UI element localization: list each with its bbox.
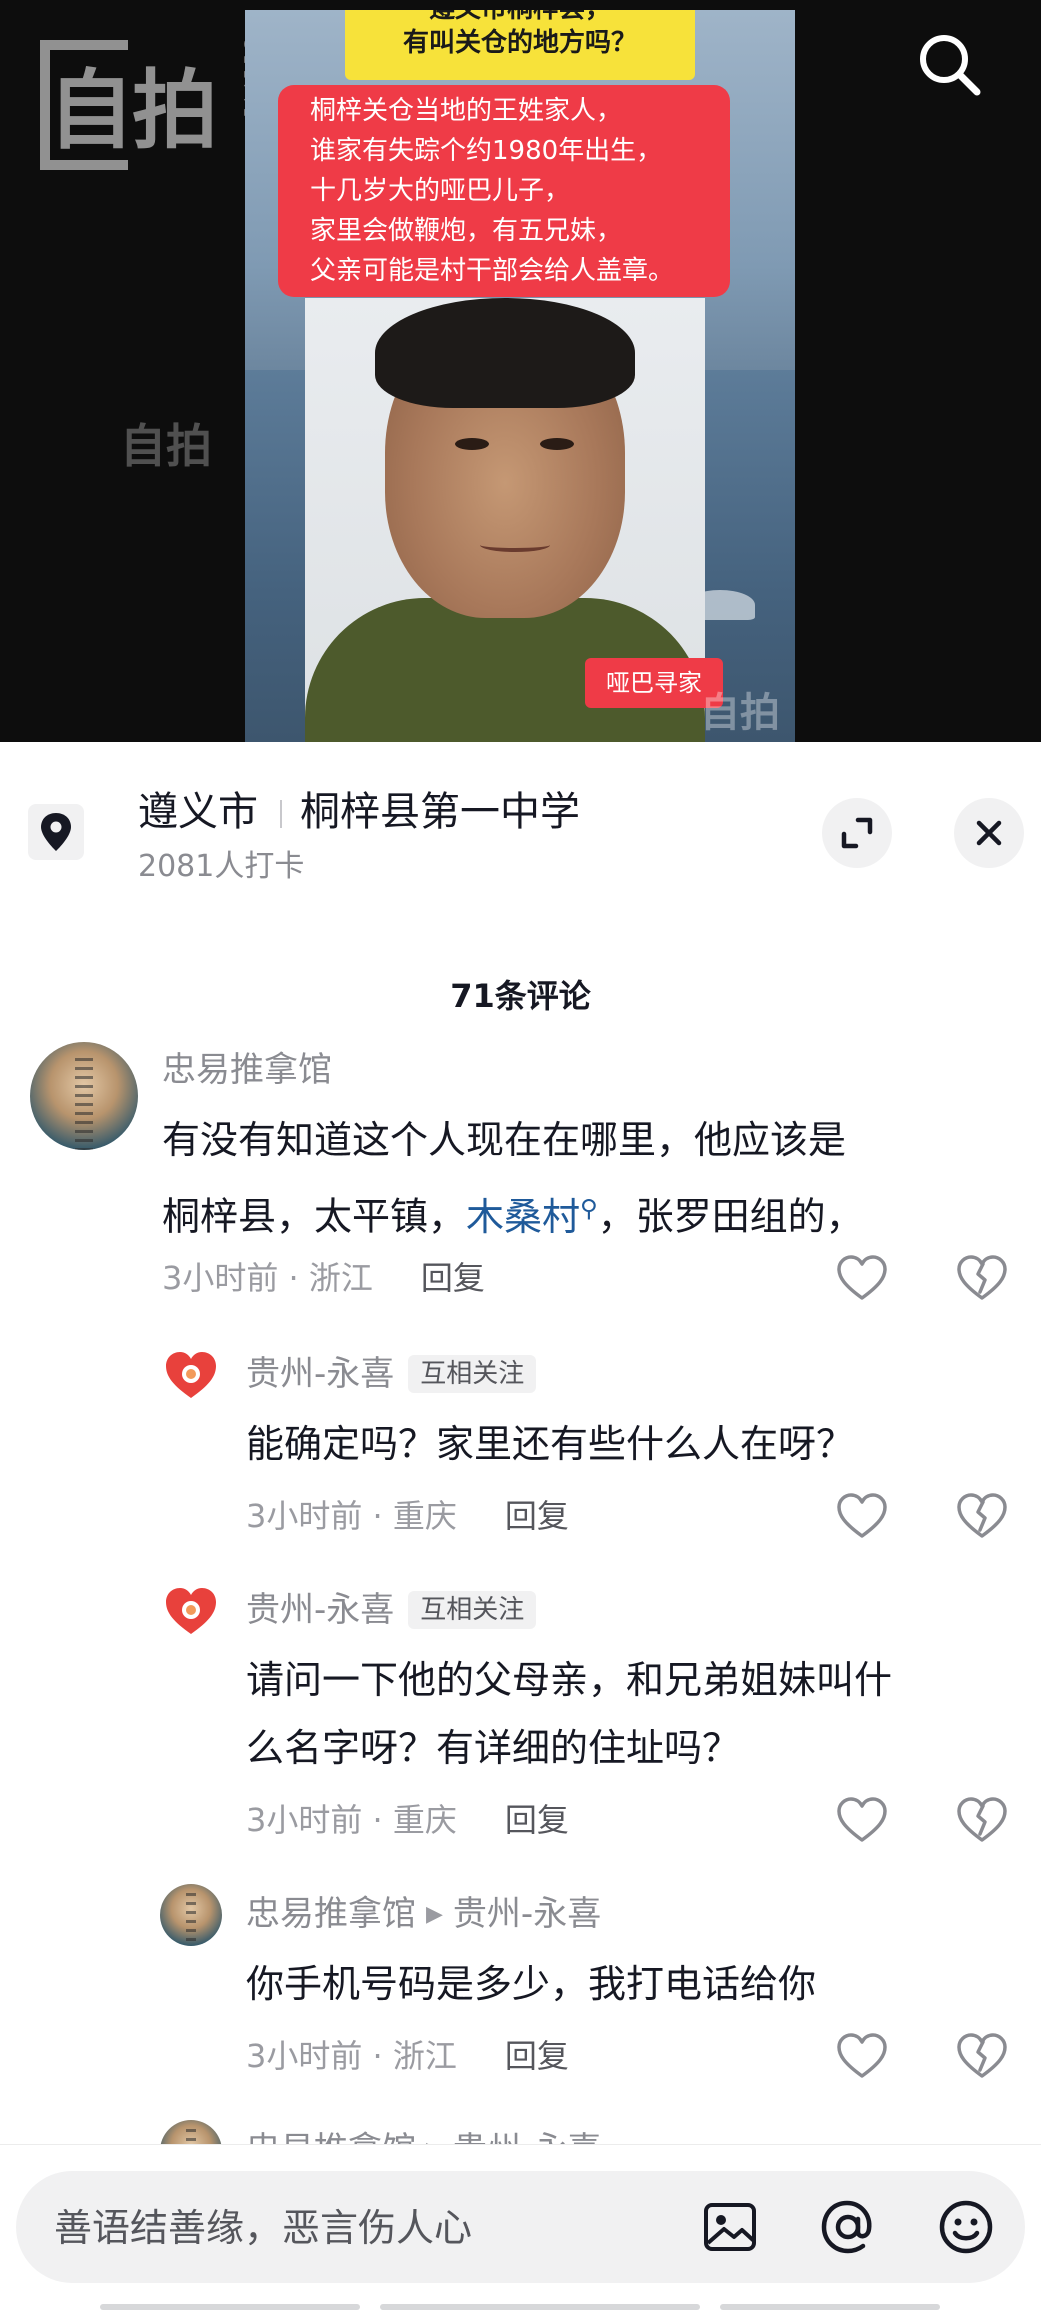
info-line: 父亲可能是村干部会给人盖章。 <box>310 256 675 286</box>
location-checkin-count: 2081人打卡 <box>138 849 305 884</box>
comment-username-label[interactable]: 贵州-永喜 <box>246 1590 394 1630</box>
comment-time: 3小时前 · 重庆 <box>246 1801 457 1839</box>
comment-input-area: 善语结善缘，恶言伤人心 <box>0 2144 1041 2314</box>
comment-text-line: 请问一下他的父母亲，和兄弟姐妹叫什 <box>246 1658 893 1702</box>
heart-icon[interactable] <box>834 1252 890 1304</box>
mutual-follow-badge: 互相关注 <box>408 1355 537 1393</box>
home-indicator <box>100 2304 940 2310</box>
info-line: 谁家有失踪个约1980年出生， <box>310 136 663 166</box>
watermark-logo-corner: 自拍 <box>700 690 780 736</box>
comment-text-line: 你手机号码是多少，我打电话给你 <box>246 1962 817 2006</box>
comment-meta: 3小时前 · 重庆 回复 <box>246 1800 569 1840</box>
expand-icon <box>841 817 873 849</box>
comment-text-line: 桐梓县，太平镇，木桑村⚲，张罗田组的， <box>162 1174 1022 1251</box>
close-button[interactable] <box>954 798 1024 868</box>
watermark-logo-small: 自拍 <box>120 419 212 473</box>
comment-text: 能确定吗？家里还有些什么人在呀？ <box>246 1410 1026 1478</box>
avatar[interactable] <box>160 1344 222 1406</box>
comment-text-segment: ，张罗田组的， <box>597 1194 864 1239</box>
broken-heart-icon[interactable] <box>954 1490 1010 1542</box>
broken-heart-icon[interactable] <box>954 1794 1010 1846</box>
reply-button[interactable]: 回复 <box>505 1497 569 1535</box>
comment-time: 3小时前 · 浙江 <box>246 2037 457 2075</box>
comment-count-header: 71条评论 <box>450 977 591 1015</box>
comment-time: 3小时前 · 重庆 <box>246 1497 457 1535</box>
location-divider <box>280 800 282 828</box>
comment-username[interactable]: 忠易推拿馆 <box>162 1048 332 1092</box>
reply-button[interactable]: 回复 <box>505 1801 569 1839</box>
location-city[interactable]: 遵义市 <box>138 786 258 838</box>
comment-username: 贵州-永喜 互相关注 <box>246 1352 537 1396</box>
video-info-box: 桐梓关仓当地的王姓家人， 谁家有失踪个约1980年出生， 十几岁大的哑巴儿子， … <box>278 85 730 297</box>
close-icon <box>976 820 1002 846</box>
search-icon[interactable] <box>915 30 985 100</box>
comment-meta: 3小时前 · 浙江 回复 <box>246 2036 569 2076</box>
expand-button[interactable] <box>822 798 892 868</box>
portrait-mouth <box>480 538 550 552</box>
comment-text: 请问一下他的父母亲，和兄弟姐妹叫什 么名字呀？有详细的住址吗？ <box>246 1646 1026 1782</box>
reply-arrow-icon: ▶ <box>426 1902 443 1927</box>
comment-username-label[interactable]: 贵州-永喜 <box>246 1354 394 1394</box>
heart-icon[interactable] <box>834 1794 890 1846</box>
heart-icon[interactable] <box>834 1490 890 1542</box>
comment-text-segment: 桐梓县，太平镇， <box>162 1194 467 1239</box>
portrait-eye <box>540 438 574 450</box>
comment-text-line: 么名字呀？有详细的住址吗？ <box>246 1726 741 1770</box>
banner-line-2: 有叫关仓的地方吗？ <box>402 28 637 58</box>
place-link[interactable]: 木桑村⚲ <box>466 1194 598 1239</box>
comment-username: 忠易推拿馆 ▶ 贵州-永喜 <box>246 1892 601 1937</box>
info-line: 十几岁大的哑巴儿子， <box>310 176 571 206</box>
video-frame: 遵义市桐梓县， 有叫关仓的地方吗？ 桐梓关仓当地的王姓家人， 谁家有失踪个约19… <box>245 10 795 742</box>
comment-text: 你手机号码是多少，我打电话给你 <box>246 1950 1026 2018</box>
video-top-banner: 遵义市桐梓县， 有叫关仓的地方吗？ <box>345 10 695 80</box>
search-icon: ⚲ <box>580 1194 598 1222</box>
info-line: 桐梓关仓当地的王姓家人， <box>310 96 623 126</box>
location-place[interactable]: 桐梓县第一中学 <box>300 786 580 838</box>
comment-meta: 3小时前 · 重庆 回复 <box>246 1496 569 1536</box>
avatar[interactable] <box>160 1580 222 1642</box>
watermark-logo: 自拍 <box>48 61 218 161</box>
comment-input[interactable]: 善语结善缘，恶言伤人心 <box>16 2171 1025 2283</box>
reply-button[interactable]: 回复 <box>421 1259 485 1297</box>
heart-icon[interactable] <box>834 2030 890 2082</box>
comment-text-line: 有没有知道这个人现在在哪里，他应该是 <box>162 1118 847 1162</box>
place-link-label: 木桑村 <box>466 1194 581 1239</box>
reply-to-username[interactable]: 贵州-永喜 <box>453 1894 601 1934</box>
avatar[interactable] <box>30 1042 138 1150</box>
avatar[interactable] <box>160 1884 222 1946</box>
location-pin-icon[interactable] <box>28 804 84 860</box>
comment-input-placeholder[interactable]: 善语结善缘，恶言伤人心 <box>54 2205 472 2251</box>
broken-heart-icon[interactable] <box>954 2030 1010 2082</box>
broken-heart-icon[interactable] <box>954 1252 1010 1304</box>
portrait-hair <box>375 298 635 408</box>
at-icon[interactable] <box>816 2195 880 2259</box>
comment-text: 有没有知道这个人现在在哪里，他应该是 桐梓县，太平镇，木桑村⚲，张罗田组的， <box>162 1106 1022 1251</box>
image-icon[interactable] <box>698 2195 762 2259</box>
comment-username-label[interactable]: 忠易推拿馆 <box>246 1894 416 1934</box>
comment-meta: 3小时前 · 浙江 回复 <box>162 1258 485 1298</box>
portrait-eye <box>455 438 489 450</box>
info-line: 家里会做鞭炮，有五兄妹， <box>310 216 623 246</box>
comment-text-line: 能确定吗？家里还有些什么人在呀？ <box>246 1422 855 1466</box>
video-player[interactable]: 自拍 SELFIE 自拍 遵义市桐梓县， 有叫关仓的地方吗？ 桐梓关仓当地的王姓… <box>0 0 1041 742</box>
emoji-icon[interactable] <box>934 2195 998 2259</box>
banner-line-1: 遵义市桐梓县， <box>345 10 695 26</box>
reply-button[interactable]: 回复 <box>505 2037 569 2075</box>
comment-time: 3小时前 · 浙江 <box>162 1259 373 1297</box>
comment-username: 贵州-永喜 互相关注 <box>246 1588 537 1632</box>
mutual-follow-badge: 互相关注 <box>408 1591 537 1629</box>
